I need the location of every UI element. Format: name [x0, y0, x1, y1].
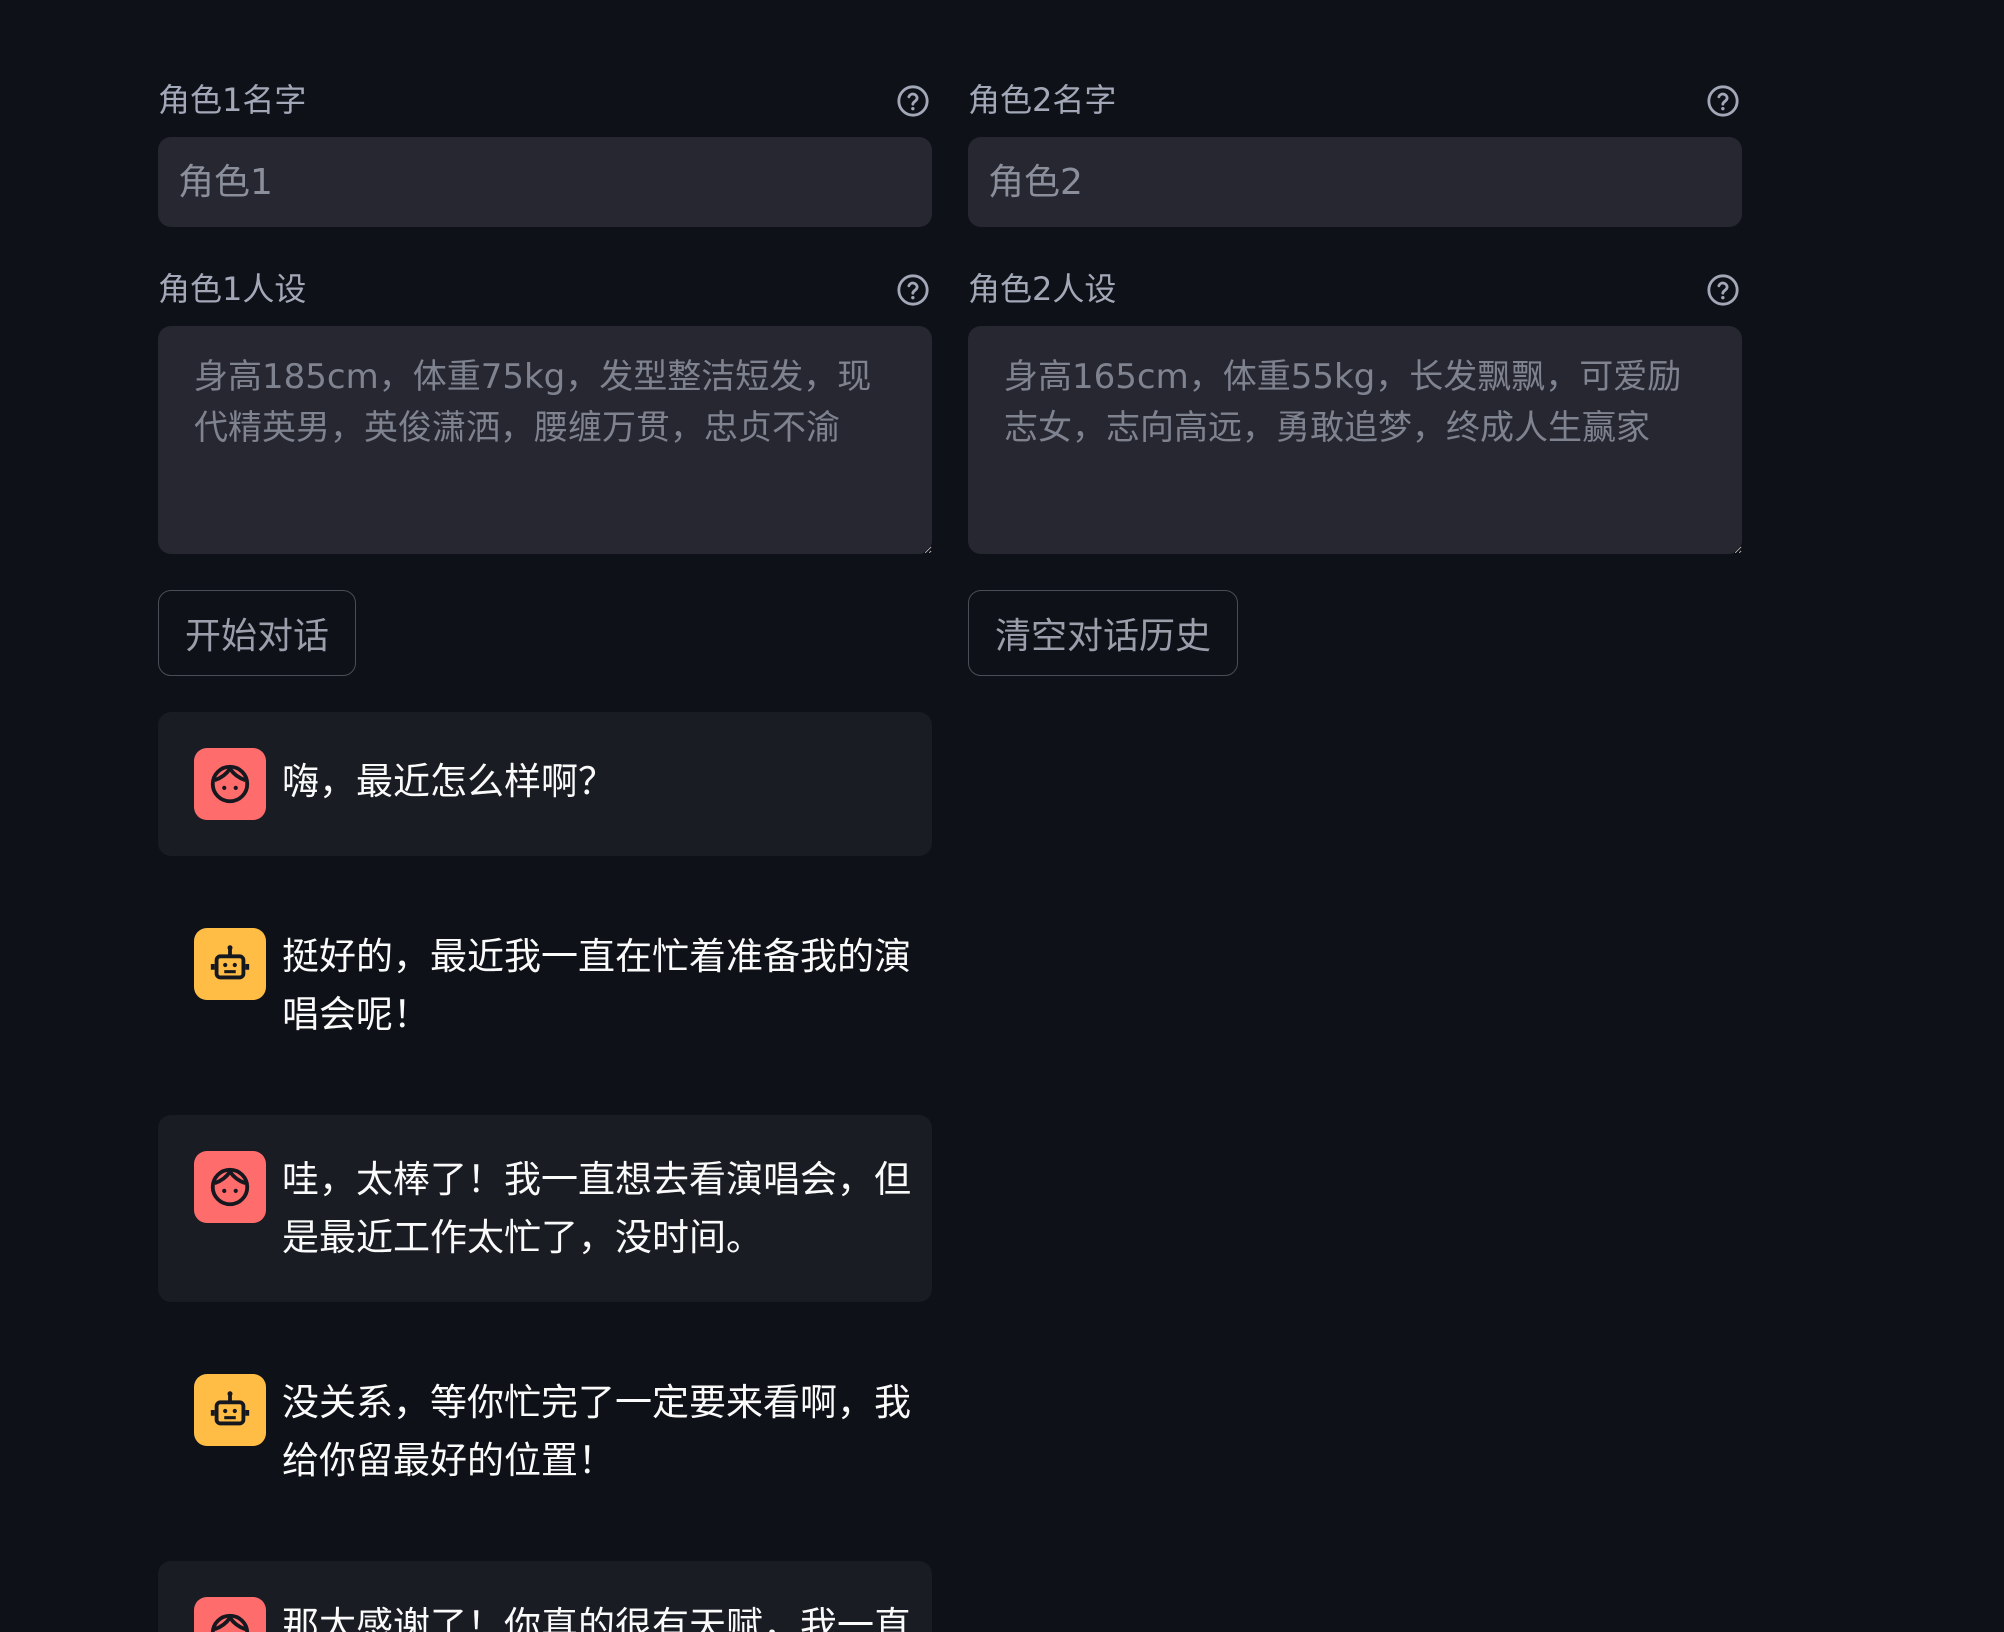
chat-message-assistant: 没关系，等你忙完了一定要来看啊，我给你留最好的位置！	[158, 1338, 932, 1518]
clear-history-button[interactable]: 清空对话历史	[968, 590, 1239, 676]
robot-icon	[194, 928, 266, 1000]
chat-message-user: 哇，太棒了！我一直想去看演唱会，但是最近工作太忙了，没时间。	[158, 1115, 932, 1302]
question-circle-icon[interactable]	[896, 273, 930, 307]
robot-icon	[194, 1374, 266, 1446]
role2-persona-textarea[interactable]	[968, 326, 1742, 554]
user-face-icon	[194, 1151, 266, 1223]
question-circle-icon[interactable]	[1706, 84, 1740, 118]
message-text: 挺好的，最近我一直在忙着准备我的演唱会呢！	[282, 935, 911, 1036]
chat-message-user: 嗨，最近怎么样啊？	[158, 712, 932, 856]
message-text: 没关系，等你忙完了一定要来看啊，我给你留最好的位置！	[282, 1381, 911, 1482]
start-dialogue-button[interactable]: 开始对话	[158, 590, 357, 676]
chat-message-assistant: 挺好的，最近我一直在忙着准备我的演唱会呢！	[158, 892, 932, 1072]
role1-name-label: 角色1名字	[158, 81, 307, 119]
chat-message-user: 那太感谢了！你真的很有天赋，我一直	[158, 1561, 932, 1632]
app-page: 角色1名字 角色1人设 开始对话 角色2名字 角色2人设 清空对话历史 嗨，最近…	[0, 0, 2004, 1632]
role2-persona-label: 角色2人设	[968, 270, 1117, 308]
user-face-icon	[194, 748, 266, 820]
question-circle-icon[interactable]	[1706, 273, 1740, 307]
user-face-icon	[194, 1597, 266, 1632]
role2-name-label: 角色2名字	[968, 81, 1117, 119]
message-text: 哇，太棒了！我一直想去看演唱会，但是最近工作太忙了，没时间。	[282, 1158, 911, 1259]
role1-name-input[interactable]	[158, 137, 932, 227]
message-text: 嗨，最近怎么样啊？	[282, 760, 615, 803]
role1-persona-label: 角色1人设	[158, 270, 307, 308]
question-circle-icon[interactable]	[896, 84, 930, 118]
message-text: 那太感谢了！你真的很有天赋，我一直	[282, 1604, 911, 1632]
role1-persona-textarea[interactable]	[158, 326, 932, 554]
role2-name-input[interactable]	[968, 137, 1742, 227]
